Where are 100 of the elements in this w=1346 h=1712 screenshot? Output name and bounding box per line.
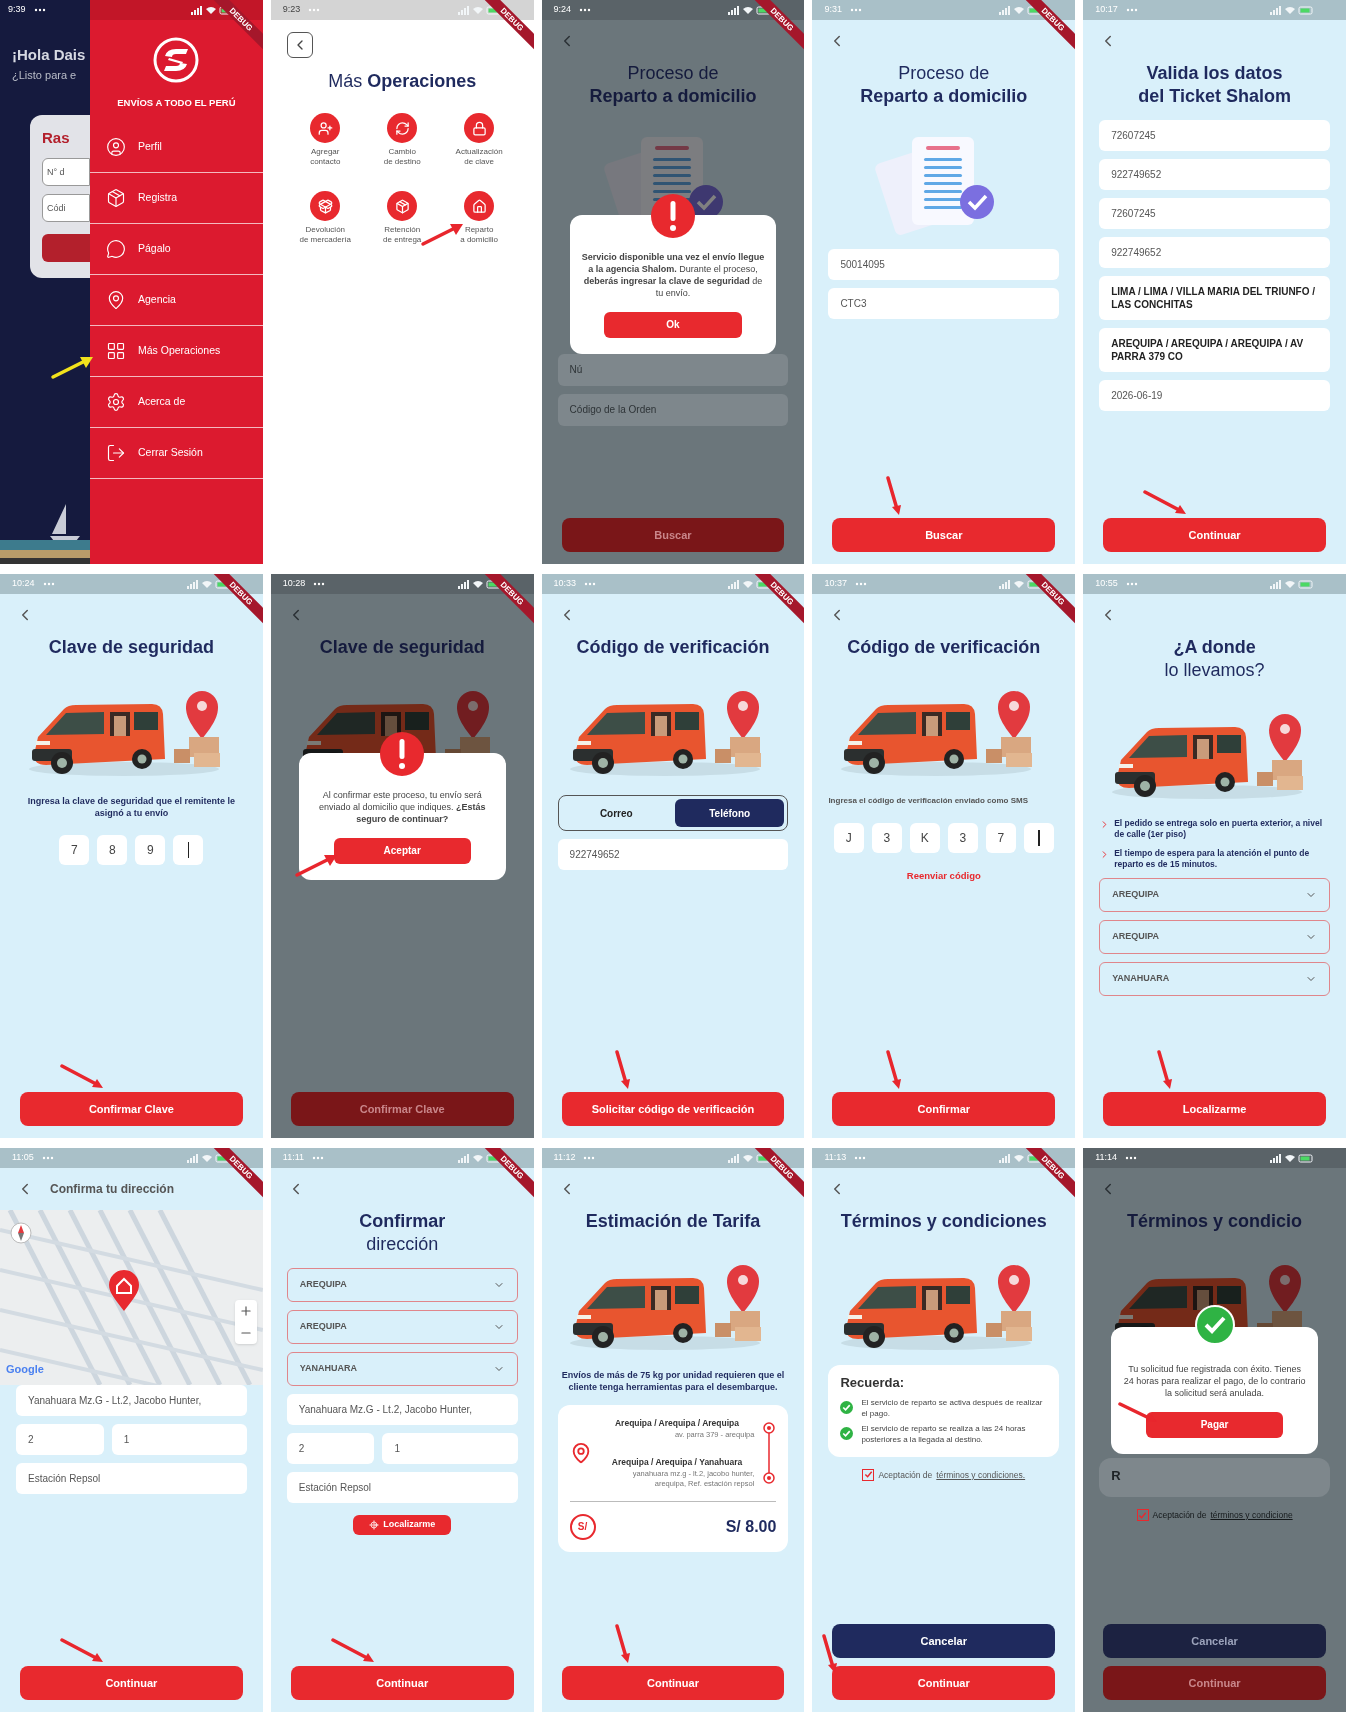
action-button[interactable]: Continuar <box>1103 518 1326 552</box>
greeting-text: ¡Hola Dais <box>11 45 87 65</box>
operation-item[interactable]: Devolución de mercadería <box>299 191 352 245</box>
input-field[interactable]: 1 <box>382 1433 518 1464</box>
input-field[interactable]: Yanahuara Mz.G - Lt.2, Jacobo Hunter, <box>16 1385 247 1416</box>
locate-button[interactable]: Localizarme <box>353 1515 452 1535</box>
more-dots-icon <box>1125 1156 1138 1160</box>
action-button[interactable]: Continuar <box>832 1666 1056 1700</box>
login-button[interactable] <box>42 233 90 262</box>
dropdown[interactable]: AREQUIPA <box>1099 878 1330 912</box>
operation-label: Retención de entrega <box>383 225 422 245</box>
drawer-menu-item[interactable]: Págalo <box>90 224 263 275</box>
input-field[interactable]: 2 <box>286 1433 375 1464</box>
status-time: 11:11 <box>282 1151 304 1165</box>
operation-item[interactable]: Retención de entrega <box>383 191 422 245</box>
input-field[interactable]: Código de la Orden <box>557 393 789 426</box>
code-digit-box[interactable]: K <box>909 823 940 853</box>
checkbox-label: Aceptación de <box>1152 1509 1207 1522</box>
action-button[interactable]: Buscar <box>561 518 785 552</box>
dropdown[interactable]: AREQUIPA <box>1099 920 1330 954</box>
toggle-option[interactable]: Correo <box>561 799 671 827</box>
input-field[interactable]: AREQUIPA / AREQUIPA / AREQUIPA / AV PARRA 379 CO <box>1099 328 1330 372</box>
input-field[interactable]: 2026-06-19 <box>1099 380 1330 411</box>
code-digit-box[interactable] <box>1023 823 1054 853</box>
action-button[interactable]: Confirmar Clave <box>20 1092 243 1126</box>
input-field[interactable]: 922749652 <box>1099 159 1330 190</box>
input-field[interactable]: 50014095 <box>828 249 1060 280</box>
status-time: 9:31 <box>824 3 842 17</box>
action-button[interactable]: Cancelar <box>1103 1624 1326 1658</box>
dropdown[interactable]: YANAHUARA <box>286 1352 518 1386</box>
back-button[interactable] <box>286 32 313 58</box>
terms-link[interactable]: términos y condiciones. <box>936 1468 1026 1482</box>
input-field[interactable]: 72607245 <box>1099 198 1330 229</box>
bullet-text: El tiempo de espera para la atención el punto de reparto es de 15 minutos. <box>1114 848 1311 870</box>
input-field[interactable]: Yanahuara Mz.G - Lt.2, Jacobo Hunter, <box>286 1394 518 1425</box>
input-field[interactable]: 922749652 <box>557 839 789 870</box>
input-field[interactable]: 72607245 <box>1099 120 1330 151</box>
input-field[interactable]: Nú <box>557 353 789 386</box>
input-field[interactable]: LIMA / LIMA / VILLA MARIA DEL TRIUNFO / LAS CONCHITAS <box>1099 276 1330 320</box>
more-dots-icon <box>313 582 326 586</box>
greeting-subtitle: ¿Listo para e <box>11 67 78 83</box>
operation-item[interactable]: Agregar contacto <box>310 113 341 167</box>
dialog-button[interactable]: Pagar <box>1146 1411 1284 1438</box>
operation-label: Agregar contacto <box>310 147 341 167</box>
route-stop-title: Arequipa / Arequipa / Yanahuara <box>611 1455 743 1469</box>
code-digit-box[interactable]: 3 <box>871 823 902 853</box>
input-field[interactable]: 2 <box>16 1424 104 1455</box>
dropdown[interactable]: AREQUIPA <box>286 1310 518 1344</box>
dropdown[interactable]: YANAHUARA <box>1099 962 1330 996</box>
resend-code-link[interactable]: Reenviar código <box>906 869 981 884</box>
drawer-menu-item[interactable]: Más Operaciones <box>90 326 263 377</box>
check-circle-icon <box>840 1427 854 1440</box>
dialog-button[interactable]: Ok <box>604 311 742 338</box>
action-button[interactable]: Continuar <box>20 1666 243 1700</box>
drawer-menu-item[interactable]: Agencia <box>90 275 263 326</box>
drawer-menu-item[interactable]: Cerrar Sesión <box>90 428 263 479</box>
action-button[interactable]: Confirmar <box>832 1092 1056 1126</box>
operation-item[interactable]: Actualización de clave <box>455 113 503 167</box>
input-field[interactable]: Estación Repsol <box>16 1463 247 1494</box>
status-time: 9:39 <box>8 3 26 17</box>
code-digit-box[interactable]: 9 <box>135 835 166 865</box>
input-field[interactable]: 1 <box>111 1424 247 1455</box>
code-digit-box[interactable]: 7 <box>59 835 90 865</box>
status-time: 10:33 <box>553 577 577 591</box>
code-digit-box[interactable]: J <box>833 823 864 853</box>
action-button[interactable]: Continuar <box>561 1666 785 1700</box>
input-field[interactable]: N° d <box>42 157 90 186</box>
action-button[interactable]: Localizarme <box>1103 1092 1326 1126</box>
drawer-menu-item[interactable]: Acerca de <box>90 377 263 428</box>
map-attribution: Google <box>6 1361 44 1377</box>
action-button[interactable]: Solicitar código de verificación <box>561 1092 785 1126</box>
code-digit-box[interactable]: 3 <box>947 823 978 853</box>
drawer-menu-item[interactable]: Registra <box>90 173 263 224</box>
checkbox[interactable] <box>862 1468 875 1481</box>
terms-link[interactable]: términos y condicione <box>1210 1509 1293 1522</box>
info-note: Envíos de más de 75 kg por unidad requieren que el cliente tenga herramientas para el desembarque. <box>560 1369 786 1393</box>
route-stop-title: Arequipa / Arequipa / Arequipa <box>614 1417 739 1430</box>
screen-title: Valida los datos del Ticket Shalom <box>1137 62 1292 108</box>
drawer-menu-item[interactable]: Perfil <box>90 122 263 173</box>
input-field[interactable]: Códi <box>42 193 90 222</box>
code-digit-box[interactable]: 8 <box>97 835 128 865</box>
compass-icon[interactable] <box>10 1222 32 1244</box>
toggle-option[interactable]: Teléfono <box>675 799 785 827</box>
code-digit-box[interactable]: 7 <box>985 823 1016 853</box>
operation-item[interactable]: Cambio de destino <box>383 113 421 167</box>
dropdown[interactable]: AREQUIPA <box>286 1268 518 1302</box>
dialog-button[interactable]: Aceptar <box>333 837 471 864</box>
operation-item[interactable]: Reparto a domicilio <box>460 191 498 245</box>
reminder-text: El servicio de reparto se realiza a las 24 horas posteriores a la llegada al destino. <box>861 1422 1027 1445</box>
input-field[interactable]: Estación Repsol <box>286 1472 518 1503</box>
checkbox[interactable] <box>1136 1509 1149 1522</box>
action-button[interactable]: Buscar <box>832 518 1056 552</box>
action-button[interactable]: Continuar <box>1103 1666 1326 1700</box>
operation-label: Actualización de clave <box>455 147 503 167</box>
input-field[interactable]: 922749652 <box>1099 237 1330 268</box>
action-button[interactable]: Continuar <box>290 1666 514 1700</box>
action-button[interactable]: Confirmar Clave <box>290 1092 514 1126</box>
checkbox-label: Aceptación de <box>878 1468 933 1482</box>
input-field[interactable]: CTC3 <box>828 288 1060 319</box>
action-button[interactable]: Cancelar <box>832 1624 1056 1658</box>
